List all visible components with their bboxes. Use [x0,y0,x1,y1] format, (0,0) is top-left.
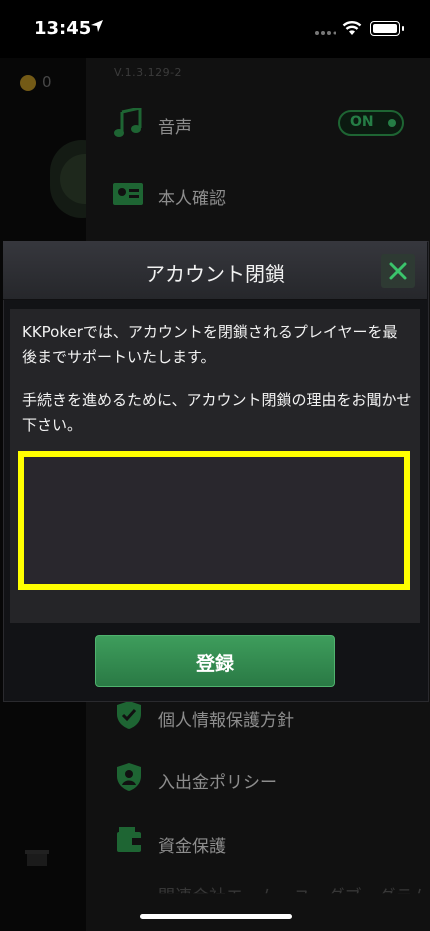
battery-icon [370,21,404,36]
cellular-signal-icon [315,31,336,35]
home-indicator[interactable] [140,914,292,919]
dialog-title: アカウント閉鎖 [145,262,285,286]
close-icon [389,262,407,280]
wifi-icon [342,21,362,35]
submit-button-label: 登録 [195,653,234,675]
closure-reason-input[interactable] [18,451,410,590]
location-arrow-icon [91,20,103,32]
status-time: 13:45 [34,18,92,39]
dialog-instruction: 手続きを進めるために、アカウント閉鎖の理由をお聞かせ下さい。 [22,391,412,434]
dialog-message: KKPokerでは、アカウントを閉鎖されるプレイヤーを最後までサポートいたします… [22,323,398,366]
close-button[interactable] [381,254,415,288]
